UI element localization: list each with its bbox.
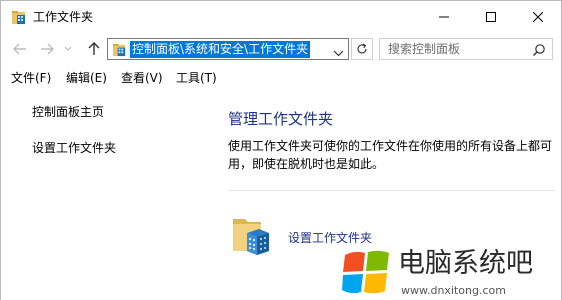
refresh-icon [357,43,367,54]
forward-arrow-icon [41,43,54,55]
window-title: 工作文件夹 [33,10,94,24]
search-icon[interactable] [532,42,546,56]
back-button[interactable] [11,40,29,58]
menu-tools[interactable]: 工具(T) [176,70,217,86]
title-bar: 工作文件夹 [1,1,561,32]
search-input[interactable] [380,39,530,59]
refresh-button[interactable] [351,38,373,60]
recent-locations-button[interactable] [62,40,74,58]
up-arrow-icon [88,42,100,55]
sidebar-item-control-panel-home[interactable]: 控制面板主页 [32,104,104,120]
menu-edit[interactable]: 编辑(E) [66,70,107,86]
address-path[interactable]: 控制面板\系统和安全\工作文件夹 [130,41,311,58]
address-dropdown-button[interactable] [333,44,344,57]
back-arrow-icon [13,43,26,55]
close-button[interactable] [515,1,561,32]
work-folders-icon [112,42,127,57]
page-description: 使用工作文件夹可使你的工作文件在你使用的所有设备上都可用，即使在脱机时也是如此。 [228,139,553,171]
watermark-url: www.dnxitong.com [401,284,506,297]
menu-view[interactable]: 查看(V) [121,70,163,86]
up-button[interactable] [85,40,103,58]
divider [228,190,555,191]
maximize-icon [486,11,496,22]
address-bar[interactable]: 控制面板\系统和安全\工作文件夹 [107,38,349,60]
search-box[interactable] [379,38,553,60]
menu-bar: 文件(F) 编辑(E) 查看(V) 工具(T) [1,67,561,89]
explorer-window: 工作文件夹 控制面板\系统和安全\工作文件夹 搜索控制面板 文件(F) 编辑(E… [0,0,562,300]
page-title: 管理工作文件夹 [228,110,334,128]
work-folders-icon [11,9,27,25]
minimize-button[interactable] [421,1,467,32]
watermark-title: 电脑系统吧 [398,248,533,279]
sidebar-item-setup-work-folders[interactable]: 设置工作文件夹 [32,140,116,156]
chevron-down-icon [333,50,344,57]
menu-file[interactable]: 文件(F) [11,70,51,86]
forward-button[interactable] [38,40,56,58]
setup-work-folders-link[interactable]: 设置工作文件夹 [288,230,372,246]
recent-locations-chevron-icon [64,46,72,51]
minimize-icon [439,16,449,17]
maximize-button[interactable] [468,1,514,32]
navigation-bar: 控制面板\系统和安全\工作文件夹 [1,34,561,64]
windows-logo-watermark [341,247,391,297]
work-folders-large-icon[interactable] [231,211,271,255]
close-icon [533,11,543,22]
